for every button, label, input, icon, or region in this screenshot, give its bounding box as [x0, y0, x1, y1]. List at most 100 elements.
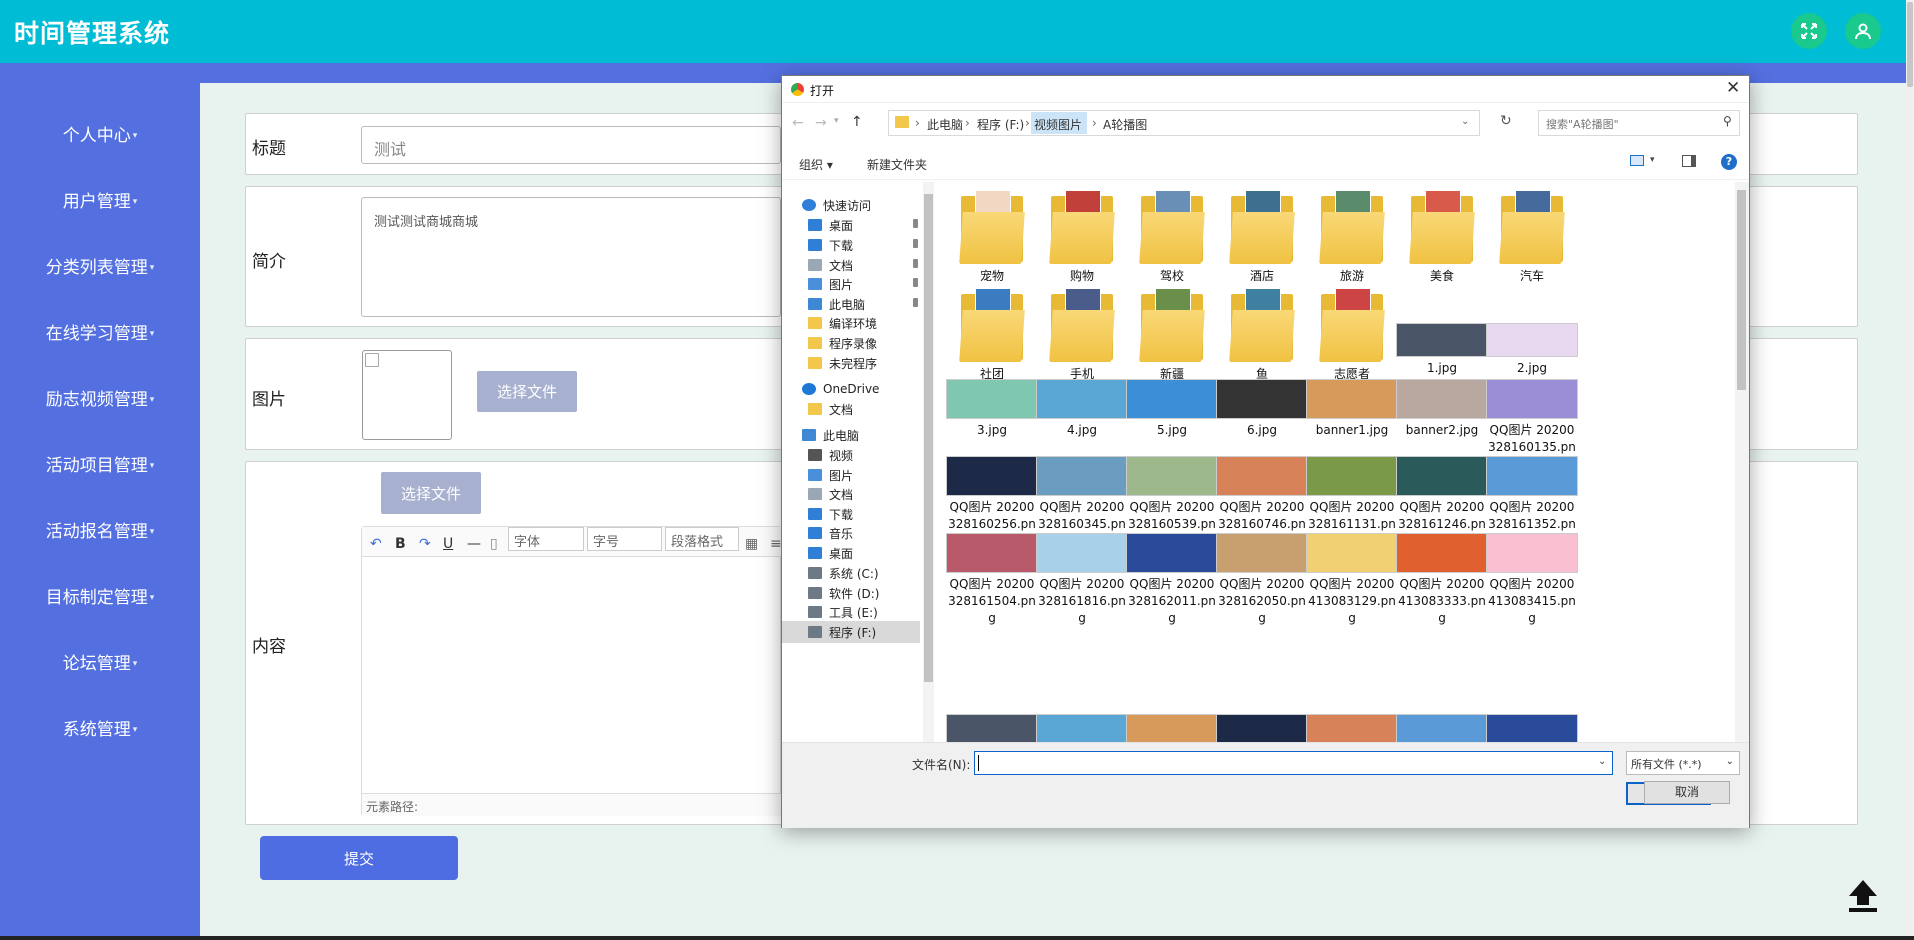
folder-item[interactable]: 手机	[1032, 288, 1132, 383]
sidebar-item[interactable]: 用户管理 ▾	[0, 187, 200, 212]
address-dropdown-icon[interactable]: ⌄	[1461, 116, 1469, 127]
nav-item[interactable]: 工具 (E:)	[808, 601, 920, 623]
file-item[interactable]: QQ图片 20200413083415.png	[1482, 533, 1582, 627]
nav-item[interactable]: 快速访问	[802, 194, 920, 216]
filetype-select[interactable]: 所有文件 (*.*) ⌄	[1626, 751, 1740, 775]
view-dropdown-icon[interactable]: ▾	[1650, 155, 1655, 165]
choose-file-button[interactable]: 选择文件	[477, 371, 577, 412]
hr-icon[interactable]: —	[467, 536, 481, 552]
redo-icon[interactable]: ↷	[419, 536, 431, 552]
image-thumbnail[interactable]	[1036, 714, 1128, 742]
sidebar-item[interactable]: 励志视频管理 ▾	[0, 385, 200, 410]
close-icon[interactable]: ✕	[1726, 78, 1740, 98]
content-choose-file-button[interactable]: 选择文件	[381, 472, 481, 514]
underline-icon[interactable]: U	[443, 536, 453, 552]
nav-item[interactable]: 音乐	[808, 522, 920, 544]
table-icon[interactable]: ▦	[745, 536, 758, 552]
file-item[interactable]: 5.jpg	[1122, 379, 1222, 439]
image-thumbnail[interactable]	[1216, 714, 1308, 742]
file-item[interactable]: 2.jpg	[1482, 323, 1582, 377]
search-input[interactable]: 搜索"A轮播图" ⚲	[1538, 110, 1740, 136]
submit-button[interactable]: 提交	[260, 836, 458, 880]
folder-item[interactable]: 驾校	[1122, 190, 1222, 285]
image-thumbnail[interactable]	[1396, 714, 1488, 742]
breadcrumb-current[interactable]: A轮播图	[1103, 116, 1147, 133]
breadcrumb-videos[interactable]: 视频图片	[1031, 112, 1087, 134]
up-arrow-icon[interactable]: ↑	[851, 114, 863, 130]
folder-item[interactable]: 新疆	[1122, 288, 1222, 383]
title-input[interactable]: 测试	[361, 126, 781, 164]
file-item[interactable]: 6.jpg	[1212, 379, 1312, 439]
folder-item[interactable]: 社团	[942, 288, 1042, 383]
image-thumbnail[interactable]	[1486, 714, 1578, 742]
navigation-scrollbar[interactable]	[923, 182, 934, 742]
nav-item[interactable]: 文档	[808, 398, 920, 420]
back-to-top-icon[interactable]	[1844, 876, 1882, 914]
folder-item[interactable]: 鱼	[1212, 288, 1312, 383]
nav-item[interactable]: 程序 (F:)	[782, 621, 920, 643]
refresh-icon[interactable]: ↻	[1500, 113, 1512, 129]
preview-pane-icon[interactable]	[1682, 155, 1696, 167]
cancel-button[interactable]: 取消	[1644, 781, 1730, 804]
nav-item[interactable]: 系统 (C:)	[808, 562, 920, 584]
undo-icon[interactable]: ↶	[370, 536, 382, 552]
image-thumbnail[interactable]	[1306, 714, 1398, 742]
folder-item[interactable]: 志愿者	[1302, 288, 1402, 383]
file-item[interactable]: QQ图片 20200328162011.png	[1122, 533, 1222, 627]
sidebar-item[interactable]: 论坛管理 ▾	[0, 649, 200, 674]
folder-item[interactable]: 购物	[1032, 190, 1132, 285]
filename-dropdown-icon[interactable]: ⌄	[1598, 756, 1606, 767]
font-select[interactable]: 字体	[508, 527, 584, 551]
image-thumbnail[interactable]	[1126, 714, 1218, 742]
doc-icon[interactable]: ▯	[490, 536, 498, 552]
nav-item[interactable]: 此电脑	[802, 424, 920, 446]
folder-item[interactable]: 酒店	[1212, 190, 1312, 285]
view-icon[interactable]	[1630, 155, 1644, 166]
sidebar-item[interactable]: 活动项目管理 ▾	[0, 451, 200, 476]
nav-item[interactable]: 未完程序	[808, 352, 920, 374]
breadcrumb-drive[interactable]: 程序 (F:)	[977, 116, 1024, 133]
sidebar-item[interactable]: 分类列表管理 ▾	[0, 253, 200, 278]
align-icon[interactable]: ≡	[770, 536, 782, 552]
font-size-select[interactable]: 字号	[587, 527, 662, 551]
file-item[interactable]: banner1.jpg	[1302, 379, 1402, 439]
file-item[interactable]: QQ图片 20200328161504.png	[942, 533, 1042, 627]
rich-editor[interactable]: 元素路径:	[361, 526, 782, 816]
image-thumbnail[interactable]	[946, 714, 1038, 742]
nav-item[interactable]: 文档	[808, 483, 920, 505]
nav-item[interactable]: 下载	[808, 234, 920, 256]
history-dropdown-icon[interactable]: ▾	[834, 116, 839, 126]
sidebar-item[interactable]: 在线学习管理 ▾	[0, 319, 200, 344]
file-item[interactable]: QQ图片 20200413083129.png	[1302, 533, 1402, 627]
organize-button[interactable]: 组织 ▾	[799, 156, 833, 173]
intro-textarea[interactable]: 测试测试商城商城	[361, 197, 781, 317]
bold-icon[interactable]: B	[395, 536, 406, 552]
new-folder-button[interactable]: 新建文件夹	[867, 156, 927, 173]
nav-item[interactable]: 程序录像	[808, 332, 920, 354]
nav-item[interactable]: 图片	[808, 273, 920, 295]
forward-arrow-icon[interactable]: →	[815, 115, 827, 131]
page-scrollbar[interactable]	[1906, 0, 1914, 940]
file-item[interactable]: QQ图片 20200413083333.png	[1392, 533, 1492, 627]
file-item[interactable]: 4.jpg	[1032, 379, 1132, 439]
help-icon[interactable]: ?	[1721, 154, 1737, 170]
sidebar-item[interactable]: 目标制定管理 ▾	[0, 583, 200, 608]
folder-item[interactable]: 旅游	[1302, 190, 1402, 285]
folder-item[interactable]: 汽车	[1482, 190, 1582, 285]
breadcrumb-pc[interactable]: 此电脑	[927, 116, 963, 133]
file-list-scrollbar[interactable]	[1735, 182, 1749, 742]
paragraph-select[interactable]: 段落格式	[665, 527, 739, 551]
folder-item[interactable]: 美食	[1392, 190, 1492, 285]
nav-item[interactable]: 视频	[808, 444, 920, 466]
page-scrollbar-thumb[interactable]	[1907, 2, 1913, 87]
nav-item[interactable]: 编译环境	[808, 312, 920, 334]
file-item[interactable]: QQ图片 20200328161816.png	[1032, 533, 1132, 627]
nav-item[interactable]: OneDrive	[802, 378, 920, 400]
user-icon[interactable]	[1845, 13, 1881, 49]
fullscreen-icon[interactable]	[1791, 13, 1827, 49]
filename-input[interactable]: ⌄	[974, 751, 1613, 775]
file-item[interactable]: 3.jpg	[942, 379, 1042, 439]
address-bar[interactable]: › 此电脑 › 程序 (F:) › 视频图片 › A轮播图 ⌄	[888, 110, 1480, 136]
sidebar-item[interactable]: 活动报名管理 ▾	[0, 517, 200, 542]
file-item[interactable]: QQ图片 20200328162050.png	[1212, 533, 1312, 627]
